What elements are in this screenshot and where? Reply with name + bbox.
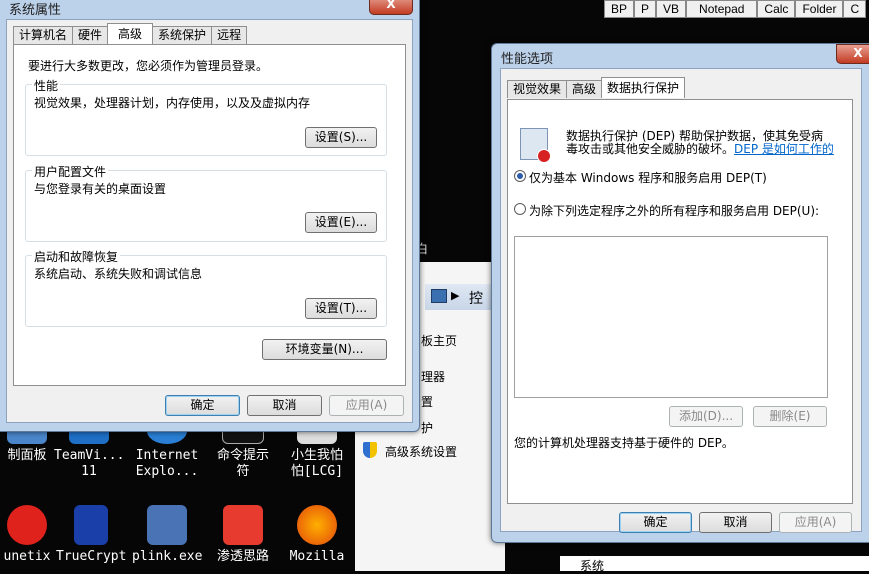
tab-hardware[interactable]: 硬件: [72, 26, 109, 44]
taskbar-button-notepad[interactable]: Notepad: [686, 0, 758, 18]
cp-link-home[interactable]: 板主页: [421, 332, 457, 349]
shield-icon: [363, 442, 377, 458]
close-button[interactable]: X: [836, 44, 869, 64]
client-area: 视觉效果 高级 数据执行保护 数据执行保护 (DEP) 帮助保护数据，使其免受病…: [500, 68, 862, 533]
performance-group: 性能 视觉效果，处理器计划，内存使用，以及及虚拟内存 设置(S)...: [25, 77, 387, 156]
user-profile-desc: 与您登录有关的桌面设置: [34, 182, 167, 196]
hardware-dep-note: 您的计算机处理器支持基于硬件的 DEP。: [514, 436, 734, 450]
advanced-panel: 要进行大多数更改，您必须作为管理员登录。 性能 视觉效果，处理器计划，内存使用，…: [13, 44, 406, 386]
plink-icon: [147, 505, 187, 545]
user-profile-label: 用户配置文件: [32, 163, 109, 180]
startup-recovery-label: 启动和故障恢复: [32, 248, 121, 265]
user-profile-group: 用户配置文件 与您登录有关的桌面设置 设置(E)...: [25, 163, 387, 242]
radio-essential-only[interactable]: [514, 170, 526, 182]
unetix-icon: [7, 505, 47, 545]
desktop-icon-plink[interactable]: plink.exe: [132, 505, 202, 565]
tab-advanced[interactable]: 高级: [107, 23, 154, 44]
user-profile-settings-button[interactable]: 设置(E)...: [305, 212, 377, 233]
cancel-button[interactable]: 取消: [699, 512, 772, 533]
startup-recovery-desc: 系统启动、系统失败和调试信息: [34, 267, 203, 281]
tab-remote[interactable]: 远程: [211, 26, 248, 44]
cancel-button[interactable]: 取消: [247, 395, 322, 416]
monitor-icon: [431, 289, 447, 303]
dep-stop-icon: [537, 149, 551, 163]
tab-visual-effects[interactable]: 视觉效果: [507, 80, 568, 98]
tab-system-protection[interactable]: 系统保护: [152, 26, 213, 44]
performance-options-window: 性能选项 X 视觉效果 高级 数据执行保护 数据执行保护 (DEP) 帮助保护数…: [491, 43, 869, 543]
taskbar-button-calc[interactable]: Calc: [757, 0, 796, 18]
dep-icon: [520, 128, 551, 163]
desktop-icon-xmind[interactable]: 渗透思路: [208, 505, 278, 565]
cp-link-protection[interactable]: 护: [421, 419, 433, 436]
admin-note: 要进行大多数更改，您必须作为管理员登录。: [28, 59, 269, 73]
environment-variables-button[interactable]: 环境变量(N)...: [262, 339, 387, 360]
firefox-icon: [297, 505, 337, 545]
startup-settings-button[interactable]: 设置(T)...: [305, 298, 377, 319]
ok-button[interactable]: 确定: [619, 512, 692, 533]
taskbar-button-p[interactable]: P: [634, 0, 657, 18]
truecrypt-icon: [74, 505, 108, 545]
apply-button[interactable]: 应用(A): [779, 512, 852, 533]
taskbar-button-folder[interactable]: Folder: [795, 0, 844, 18]
apply-button[interactable]: 应用(A): [329, 395, 404, 416]
breadcrumb-arrow-icon: ▶: [451, 289, 460, 302]
taskbar-button-bp[interactable]: BP: [604, 0, 635, 18]
desktop-icon-unetix[interactable]: unetix: [0, 505, 54, 565]
radio-all-except[interactable]: [514, 203, 526, 215]
remove-program-button[interactable]: 删除(E): [753, 406, 827, 427]
cp-link-device-manager[interactable]: 理器: [421, 368, 445, 385]
ok-button[interactable]: 确定: [165, 395, 240, 416]
desktop-icon-mozilla[interactable]: Mozilla: [282, 505, 352, 565]
bottom-strip: 系统: [560, 556, 869, 573]
address-text: 控: [469, 291, 483, 307]
dep-help-link[interactable]: DEP 是如何工作的: [734, 140, 834, 157]
tab-computer-name[interactable]: 计算机名: [13, 26, 74, 44]
performance-desc: 视觉效果，处理器计划，内存使用，以及及虚拟内存: [34, 96, 311, 110]
taskbar-button-vb[interactable]: VB: [656, 0, 687, 18]
tab-dep[interactable]: 数据执行保护: [601, 77, 686, 98]
radio-essential-only-label[interactable]: 仅为基本 Windows 程序和服务启用 DEP(T): [529, 169, 767, 186]
performance-label: 性能: [32, 77, 61, 94]
dep-description-line2: 毒攻击或其他安全威胁的破坏。: [566, 142, 735, 156]
desktop-icon-truecrypt[interactable]: TrueCrypt: [56, 505, 126, 565]
performance-settings-button[interactable]: 设置(S)...: [305, 127, 377, 148]
bottom-system-label: 系统: [580, 559, 605, 573]
xmind-icon: [223, 505, 263, 545]
add-program-button[interactable]: 添加(D)...: [669, 406, 743, 427]
tab-strip: 计算机名 硬件 高级 系统保护 远程: [13, 23, 248, 44]
program-exception-list[interactable]: [514, 236, 828, 398]
tab-advanced[interactable]: 高级: [566, 80, 603, 98]
startup-recovery-group: 启动和故障恢复 系统启动、系统失败和调试信息 设置(T)...: [25, 248, 387, 327]
window-title: 系统属性: [9, 3, 62, 18]
client-area: 计算机名 硬件 高级 系统保护 远程 要进行大多数更改，您必须作为管理员登录。 …: [6, 19, 413, 423]
quick-launch-bar: BP P VB Notepad Calc Folder C: [604, 0, 867, 18]
taskbar-button-c[interactable]: C: [843, 0, 867, 18]
window-title: 性能选项: [501, 52, 554, 67]
dep-panel: 数据执行保护 (DEP) 帮助保护数据，使其免受病 毒攻击或其他安全威胁的破坏。…: [507, 99, 853, 504]
close-button[interactable]: X: [369, 0, 413, 15]
tab-strip: 视觉效果 高级 数据执行保护: [507, 77, 686, 98]
system-properties-window: 系统属性 X 计算机名 硬件 高级 系统保护 远程 要进行大多数更改，您必须作为…: [0, 0, 420, 432]
radio-all-except-label[interactable]: 为除下列选定程序之外的所有程序和服务启用 DEP(U):: [529, 202, 819, 219]
cp-link-remote[interactable]: 置: [421, 393, 433, 410]
cp-link-advanced-settings[interactable]: 高级系统设置: [385, 443, 457, 460]
